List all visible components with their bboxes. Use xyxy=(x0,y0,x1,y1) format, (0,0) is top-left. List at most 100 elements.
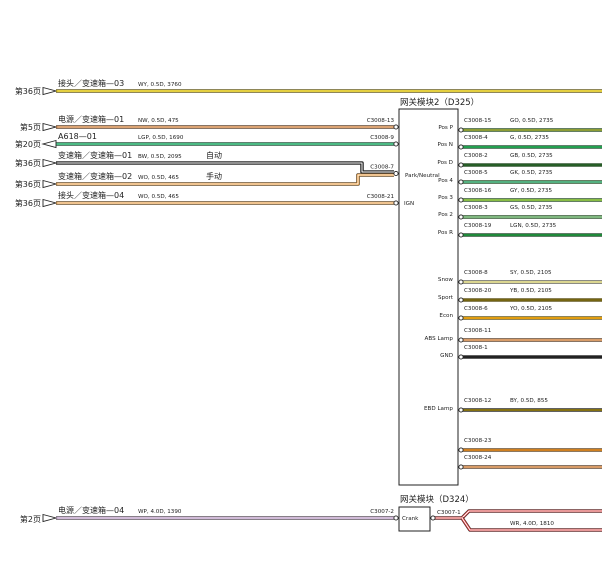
pin-label-out-2: Pos D xyxy=(437,160,453,166)
connector-dot-out-4 xyxy=(458,197,464,203)
wire-note-3: 自动 xyxy=(206,150,222,160)
wire-spec-out-8: YB, 0.5D, 2105 xyxy=(509,288,552,294)
wire-spec-out-9: YO, 0.5D, 2105 xyxy=(509,306,553,312)
wire-spec-out-7: SY, 0.5D, 2105 xyxy=(510,270,552,276)
connector-label-out-0: C3008-15 xyxy=(464,118,492,124)
wire-spec-crank-out: WR, 4.0D, 1810 xyxy=(510,521,554,527)
page-ref-crank: 第2页 xyxy=(20,514,41,524)
pin-ign: IGN xyxy=(404,201,414,207)
pin-label-out-1: Pos N xyxy=(438,142,453,148)
connector-label-crank-in: C3007-2 xyxy=(370,509,394,515)
pin-label-out-9: Econ xyxy=(439,313,453,319)
connector-dot-in-1 xyxy=(393,124,399,130)
pin-crank: Crank xyxy=(402,516,419,522)
pin-label-out-5: Pos 2 xyxy=(438,212,453,218)
connector-label-out-6: C3008-19 xyxy=(464,223,492,229)
connector-label-out-2: C3008-2 xyxy=(464,153,488,159)
wire-spec-1: NW, 0.5D, 475 xyxy=(138,118,179,124)
wire-spec-0: WY, 0.5D, 3760 xyxy=(138,82,182,88)
wiring-diagram-canvas: 网关模块2（D325） 网关模块（D324） 第36页 接头／变速箱—03 WY, … xyxy=(15,78,602,532)
connector-label-in-5: C3008-21 xyxy=(367,194,395,200)
page-ref-arrow-crank xyxy=(42,513,58,523)
wire-source-4: 变速箱／变速箱—02 xyxy=(58,171,132,181)
connector-dot-out-3 xyxy=(458,179,464,185)
wire-spec-out-4: GY, 0.5D, 2735 xyxy=(510,188,552,194)
wire-spec-2: LGP, 0.5D, 1690 xyxy=(138,135,184,141)
connector-dot-out-0 xyxy=(458,127,464,133)
wire-spec-out-3: GK, 0.5D, 2735 xyxy=(510,170,553,176)
page-ref-4: 第36页 xyxy=(15,179,41,189)
connector-dot-out-5 xyxy=(458,214,464,220)
wire-source-crank: 电源／变速箱—04 xyxy=(58,505,124,515)
pin-label-out-0: Pos P xyxy=(438,125,453,131)
connector-label-out-14: C3008-24 xyxy=(464,455,492,461)
pin-park-neutral: Park/Neutral xyxy=(405,173,440,179)
gateway-module-title: 网关模块（D324） xyxy=(400,494,474,505)
wire-source-2: A618—01 xyxy=(58,132,97,141)
page-ref-arrow-0 xyxy=(42,86,58,96)
wire-spec-out-2: GB, 0.5D, 2735 xyxy=(510,153,553,159)
pin-label-out-8: Sport xyxy=(438,295,454,301)
wire-note-4: 手动 xyxy=(206,171,222,181)
connector-label-out-7: C3008-8 xyxy=(464,270,488,276)
connector-label-out-1: C3008-4 xyxy=(464,135,488,141)
page-ref-0: 第36页 xyxy=(15,86,41,96)
connector-label-out-9: C3008-6 xyxy=(464,306,488,312)
page-ref-3: 第36页 xyxy=(15,158,41,168)
wire-source-3: 变速箱／变速箱—01 xyxy=(58,150,132,160)
page-ref-arrow-4 xyxy=(42,179,58,189)
connector-label-in-1: C3008-13 xyxy=(367,118,395,124)
connector-dot-out-8 xyxy=(458,297,464,303)
pin-label-out-12: EBD Lamp xyxy=(424,406,453,412)
wire-spec-5: WO, 0.5D, 465 xyxy=(138,194,179,200)
page-ref-arrow-2 xyxy=(41,139,57,149)
pin-label-out-11: GND xyxy=(440,353,453,359)
pin-label-out-10: ABS Lamp xyxy=(425,336,454,342)
wire-spec-out-6: LGN, 0.5D, 2735 xyxy=(510,223,557,229)
connector-label-out-11: C3008-1 xyxy=(464,345,488,351)
connector-dot-out-1 xyxy=(458,144,464,150)
pin-label-out-6: Pos R xyxy=(438,230,453,236)
connector-label-out-10: C3008-11 xyxy=(464,328,492,334)
wire-spec-out-5: GS, 0.5D, 2735 xyxy=(510,205,553,211)
connector-dot-in-5 xyxy=(393,200,399,206)
wire-input-3 xyxy=(56,161,394,174)
wire-spec-out-0: GO, 0.5D, 2735 xyxy=(510,118,554,124)
gateway-module-2-title: 网关模块2（D325） xyxy=(400,97,479,108)
connector-dot-out-13 xyxy=(458,447,464,453)
wire-spec-3: BW, 0.5D, 2095 xyxy=(138,154,182,160)
wire-spec-out-1: G, 0.5D, 2735 xyxy=(510,135,549,141)
connector-dot-out-11 xyxy=(458,354,464,360)
connector-label-out-12: C3008-12 xyxy=(464,398,491,404)
connector-label-out-5: C3008-3 xyxy=(464,205,488,211)
connector-dot-out-14 xyxy=(458,464,464,470)
pin-label-out-3: Pos 4 xyxy=(438,178,453,184)
page-ref-2: 第20页 xyxy=(15,139,41,149)
connector-label-out-4: C3008-16 xyxy=(464,188,492,194)
connector-dot-out-7 xyxy=(458,279,464,285)
page-ref-5: 第36页 xyxy=(15,198,41,208)
connector-label-out-13: C3008-23 xyxy=(464,438,492,444)
connector-dot-crank-in xyxy=(393,515,399,521)
wire-source-5: 接头／变速箱—04 xyxy=(58,190,124,200)
connector-dot-out-9 xyxy=(458,315,464,321)
connector-dot-out-10 xyxy=(458,337,464,343)
wire-spec-4: WO, 0.5D, 465 xyxy=(138,175,179,181)
wire-spec-out-12: BY, 0.5D, 855 xyxy=(510,398,548,404)
page-ref-1: 第5页 xyxy=(20,122,41,132)
connector-label-crank-out: C3007-1 xyxy=(437,510,461,516)
connector-dot-out-2 xyxy=(458,162,464,168)
wire-spec-crank: WP, 4.0D, 1390 xyxy=(138,509,182,515)
page-ref-arrow-3 xyxy=(42,158,58,168)
connector-dot-in-2 xyxy=(393,141,399,147)
page-ref-arrow-1 xyxy=(42,122,58,132)
connector-dot-crank-out xyxy=(430,515,436,521)
pin-label-out-7: Snow xyxy=(438,277,454,283)
connector-dot-in-3 xyxy=(393,170,399,177)
page-ref-arrow-5 xyxy=(42,198,58,208)
connector-dot-out-12 xyxy=(458,407,464,413)
wiring-diagram: 网关模块2（D325） 网关模块（D324） 第36页 接头／变速箱—03 WY, … xyxy=(0,0,602,572)
pin-label-out-4: Pos 3 xyxy=(438,195,453,201)
connector-label-out-8: C3008-20 xyxy=(464,288,492,294)
connector-dot-out-6 xyxy=(458,232,464,238)
